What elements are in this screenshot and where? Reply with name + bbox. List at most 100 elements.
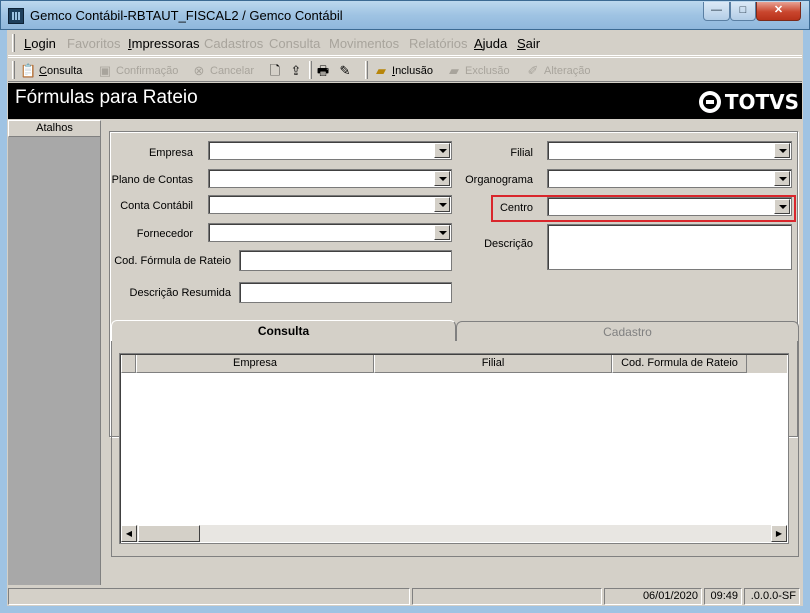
menu-login[interactable]: Login <box>24 36 56 51</box>
minimize-button[interactable]: — <box>703 2 730 21</box>
column-filial[interactable]: Filial <box>374 355 612 373</box>
print-button[interactable]: 🖶 <box>315 62 331 79</box>
empresa-select[interactable] <box>208 141 452 160</box>
cancelar-button[interactable]: ⊗ Cancelar <box>191 62 254 79</box>
menu-favoritos[interactable]: Favoritos <box>67 36 120 51</box>
print-icon: 🖶 <box>316 62 330 78</box>
new-document-icon: 🗋 <box>269 62 281 78</box>
app-icon[interactable] <box>8 8 24 24</box>
descricao-label: Descrição <box>484 238 533 250</box>
cancel-icon: ⊗ <box>193 62 205 78</box>
grid-row-indicator-header <box>121 355 136 373</box>
cancelar-label: Cancelar <box>210 64 255 77</box>
confirmacao-label: Confirmação <box>116 64 179 77</box>
conta-contabil-select[interactable] <box>208 195 452 214</box>
chevron-down-icon[interactable] <box>774 199 790 214</box>
title-bar: Gemco Contábil-RBTAUT_FISCAL2 / Gemco Co… <box>0 0 810 30</box>
totvs-logo-icon <box>698 91 721 113</box>
descricao-resumida-label: Descrição Resumida <box>129 287 231 299</box>
menu-relatorios[interactable]: Relatórios <box>409 36 468 51</box>
window-title: Gemco Contábil-RBTAUT_FISCAL2 / Gemco Co… <box>30 8 343 23</box>
fornecedor-label: Fornecedor <box>136 228 193 240</box>
status-panel-2 <box>412 588 602 605</box>
toolbar: 📋 Consulta ▣ Confirmação ⊗ Cancelar 🗋 ⇪ … <box>8 57 802 82</box>
save-icon: ▣ <box>98 62 112 78</box>
status-version: .0.0.0-SF <box>744 588 800 605</box>
status-time: 09:49 <box>704 588 742 605</box>
toolbar-grip <box>12 61 15 79</box>
chevron-down-icon[interactable] <box>774 143 790 158</box>
chevron-down-icon[interactable] <box>434 171 450 186</box>
menubar-grip <box>12 34 15 52</box>
tab-cadastro[interactable]: Cadastro <box>456 321 799 341</box>
organograma-select[interactable] <box>547 169 792 188</box>
print-preview-button[interactable]: ✎ <box>337 62 353 79</box>
conta-contabil-label: Conta Contábil <box>120 200 193 212</box>
menu-bar: Login Favoritos Impressoras Cadastros Co… <box>8 30 802 56</box>
organograma-label: Organograma <box>465 174 533 186</box>
toolbar-separator <box>309 61 312 79</box>
horizontal-scrollbar[interactable]: ◀ ▶ <box>121 525 787 542</box>
sidebar: Atalhos <box>8 120 101 585</box>
column-cod-formula[interactable]: Cod. Formula de Rateio <box>612 355 747 373</box>
descricao-textarea[interactable] <box>547 224 792 270</box>
toolbar-separator <box>365 61 368 79</box>
inclusao-label: Inclusão <box>392 64 433 77</box>
exclusao-button[interactable]: ▰ Exclusão <box>446 62 510 79</box>
tab-consulta[interactable]: Consulta <box>111 320 456 341</box>
export-icon: ⇪ <box>290 62 302 78</box>
centro-select[interactable] <box>547 197 792 216</box>
fornecedor-select[interactable] <box>208 223 452 242</box>
exclusao-label: Exclusão <box>465 64 510 77</box>
print-preview-icon: ✎ <box>339 62 351 78</box>
menu-ajuda[interactable]: Ajuda <box>474 36 507 51</box>
status-date: 06/01/2020 <box>604 588 702 605</box>
menu-impressoras[interactable]: Impressoras <box>128 36 200 51</box>
centro-label: Centro <box>499 202 533 214</box>
grid-header: Empresa Filial Cod. Formula de Rateio <box>121 355 787 373</box>
main-panel: Empresa Plano de Contas Conta Contábil F… <box>102 120 802 585</box>
menu-cadastros[interactable]: Cadastros <box>204 36 263 51</box>
scroll-thumb[interactable] <box>138 525 200 542</box>
alteracao-label: Alteração <box>544 64 591 77</box>
cod-formula-label: Cod. Fórmula de Rateio <box>114 255 231 267</box>
status-panel-1 <box>8 588 410 605</box>
results-grid[interactable]: Empresa Filial Cod. Formula de Rateio ◀ … <box>119 353 789 544</box>
page-header: Fórmulas para Rateio TOTVS <box>8 83 802 119</box>
chevron-down-icon[interactable] <box>434 225 450 240</box>
maximize-button[interactable]: □ <box>730 2 756 21</box>
filial-select[interactable] <box>547 141 792 160</box>
confirmacao-button[interactable]: ▣ Confirmação <box>97 62 179 79</box>
folder-add-icon: ▰ <box>376 62 386 78</box>
page-title: Fórmulas para Rateio <box>15 87 198 108</box>
chevron-down-icon[interactable] <box>434 143 450 158</box>
alteracao-button[interactable]: ✐ Alteração <box>525 62 591 79</box>
close-button[interactable]: ✕ <box>756 2 801 21</box>
consulta-label: Consulta <box>39 64 83 77</box>
descricao-resumida-input[interactable] <box>239 282 452 303</box>
menu-consulta[interactable]: Consulta <box>269 36 320 51</box>
export-button[interactable]: ⇪ <box>288 62 304 79</box>
chevron-down-icon[interactable] <box>434 197 450 212</box>
plano-contas-select[interactable] <box>208 169 452 188</box>
empresa-label: Empresa <box>148 147 193 159</box>
menu-movimentos[interactable]: Movimentos <box>329 36 399 51</box>
menu-sair[interactable]: Sair <box>517 36 540 51</box>
atalhos-tab[interactable]: Atalhos <box>8 120 101 137</box>
status-bar: 06/01/2020 09:49 .0.0.0-SF <box>8 586 802 606</box>
plano-contas-label: Plano de Contas <box>111 174 193 186</box>
column-empresa[interactable]: Empresa <box>136 355 374 373</box>
new-document-button[interactable]: 🗋 <box>267 62 283 79</box>
cod-formula-input[interactable] <box>239 250 452 271</box>
delete-icon: ▰ <box>449 62 459 78</box>
inclusao-button[interactable]: ▰ Inclusão <box>373 62 433 79</box>
logo-text: TOTVS <box>724 90 799 114</box>
filial-label: Filial <box>510 147 533 159</box>
scroll-right-icon[interactable]: ▶ <box>771 525 787 542</box>
totvs-logo: TOTVS <box>698 90 799 114</box>
consulta-button[interactable]: 📋 Consulta <box>20 62 82 79</box>
edit-icon: ✐ <box>527 62 539 78</box>
chevron-down-icon[interactable] <box>774 171 790 186</box>
scroll-left-icon[interactable]: ◀ <box>121 525 137 542</box>
consulta-icon: 📋 <box>20 62 37 78</box>
